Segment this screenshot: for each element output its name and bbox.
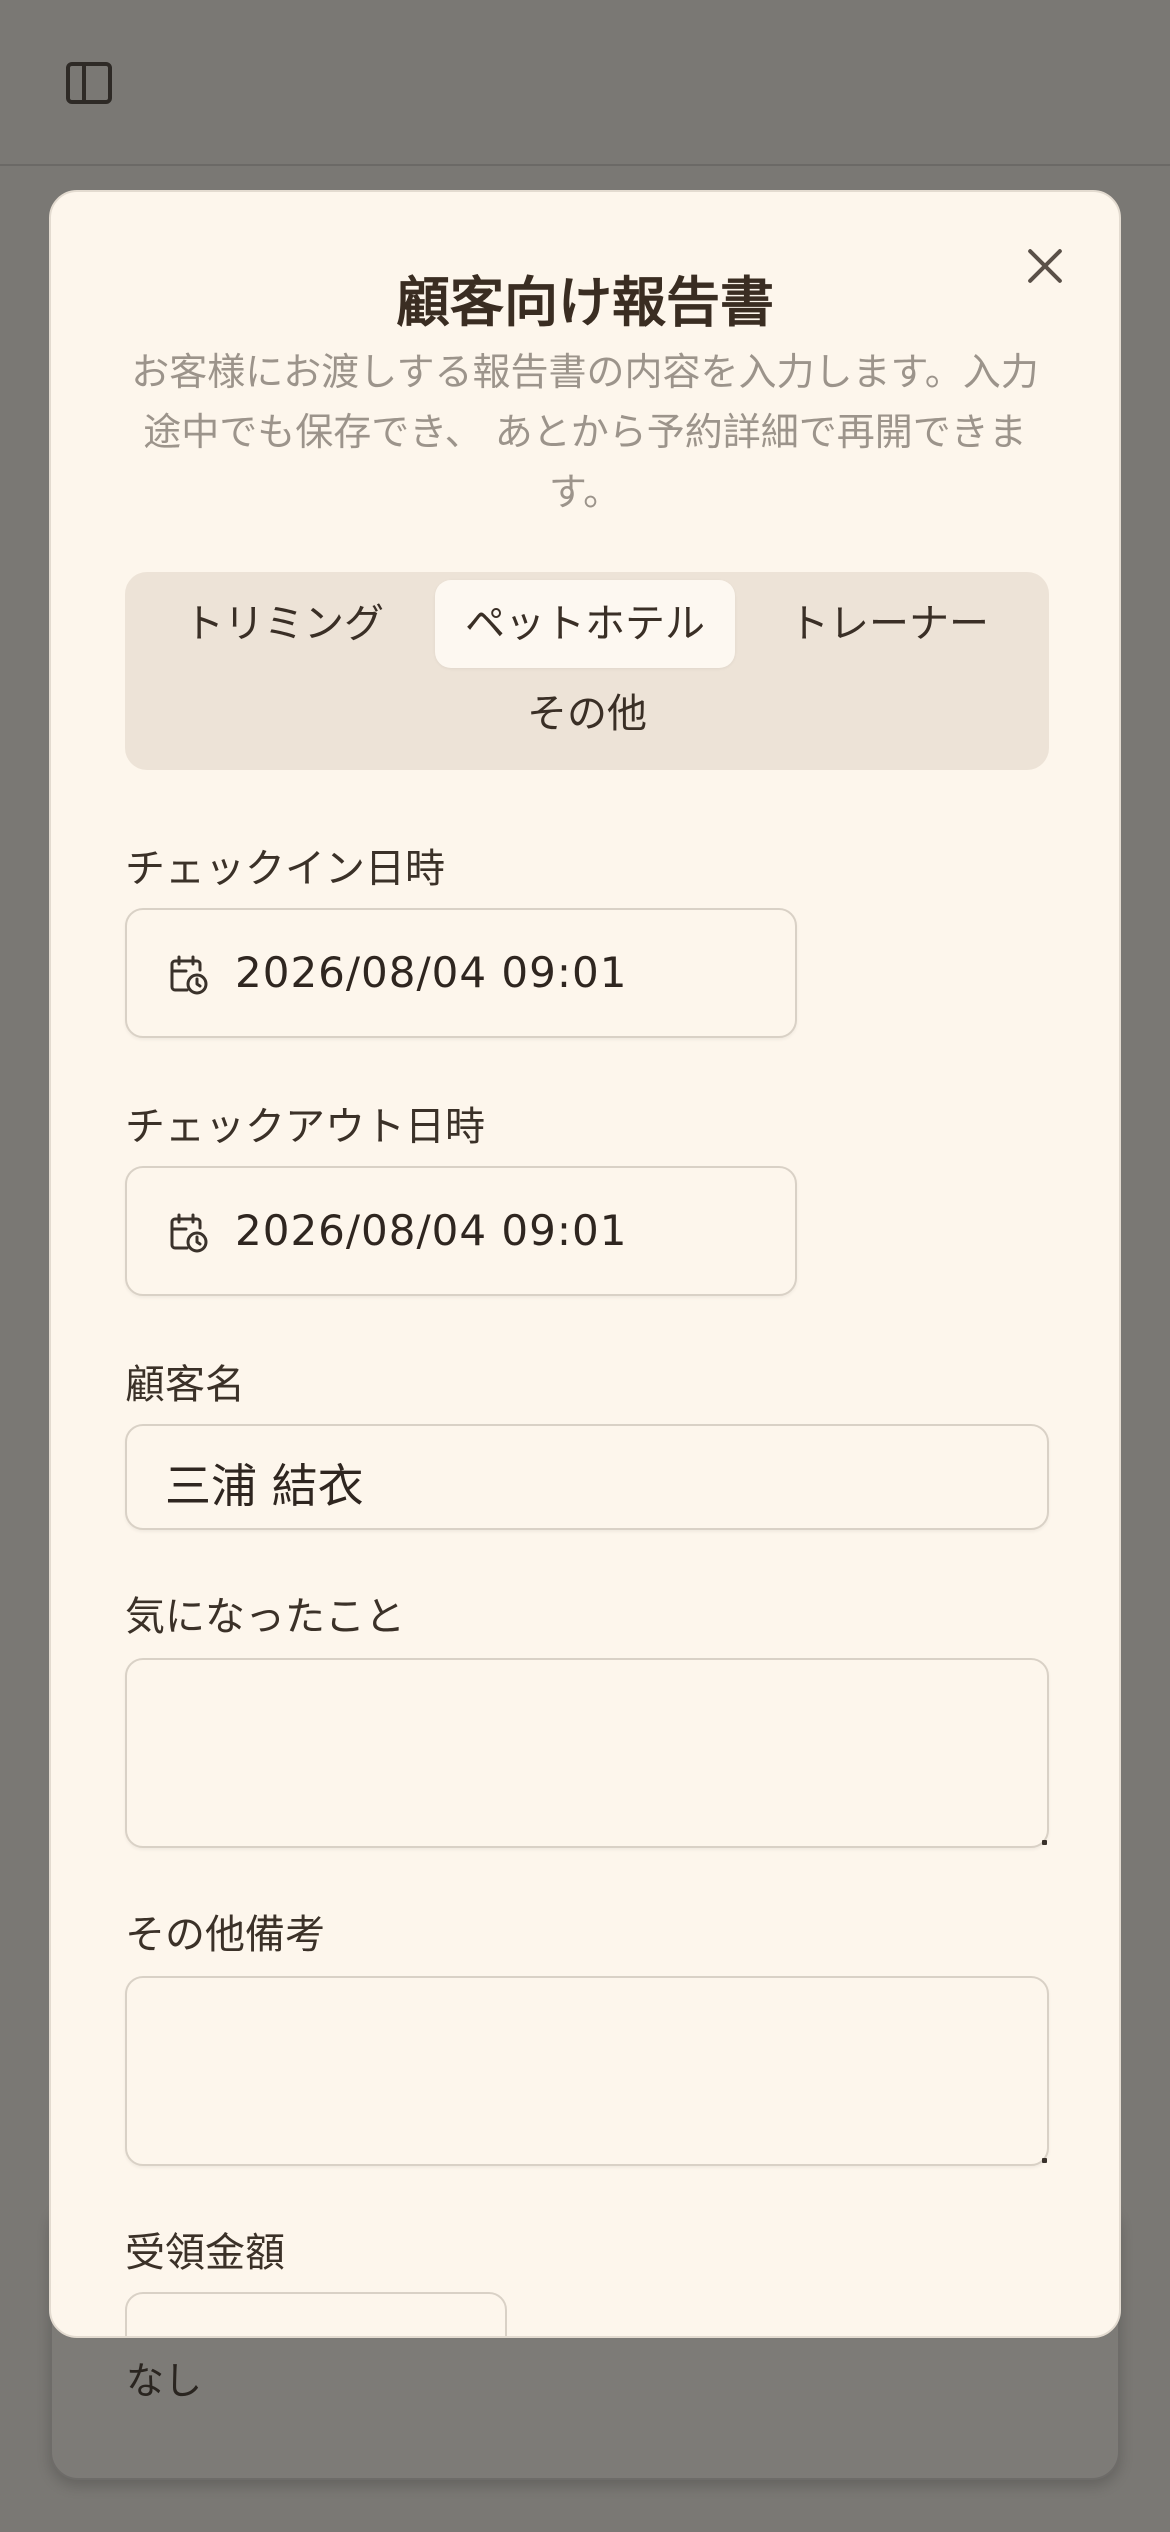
top-bar: [0, 0, 1170, 166]
tab-trainer[interactable]: トレーナー: [741, 580, 1037, 668]
customer-report-dialog: 顧客向け報告書 お客様にお渡しする報告書の内容を入力します。入力途中でも保存でき…: [49, 190, 1121, 2338]
dialog-title: 顧客向け報告書: [396, 271, 774, 334]
checkout-label: チェックアウト日時: [125, 1104, 485, 1150]
sidebar-panel-icon[interactable]: [66, 62, 112, 104]
checkout-datetime-value: 2026/08/04 09:01: [235, 1206, 628, 1255]
checkout-datetime-input[interactable]: 2026/08/04 09:01: [125, 1166, 797, 1296]
checkin-datetime-input[interactable]: 2026/08/04 09:01: [125, 908, 797, 1038]
checkin-label: チェックイン日時: [125, 846, 445, 892]
received-amount-label: 受領金額: [125, 2230, 285, 2276]
concerns-label: 気になったこと: [125, 1594, 405, 1640]
concerns-textarea[interactable]: [125, 1658, 1049, 1848]
other-notes-textarea[interactable]: [125, 1976, 1049, 2166]
service-type-tabs: トリミング ペットホテル トレーナー その他: [125, 572, 1049, 770]
checkin-datetime-value: 2026/08/04 09:01: [235, 948, 628, 997]
customer-name-label: 顧客名: [125, 1362, 245, 1408]
tab-pet-hotel[interactable]: ペットホテル: [435, 580, 735, 668]
other-notes-label: その他備考: [125, 1912, 325, 1958]
customer-name-input[interactable]: 三浦 結衣: [125, 1424, 1049, 1530]
tab-other[interactable]: その他: [437, 670, 737, 758]
calendar-clock-icon: [170, 1213, 208, 1253]
other-notes-resize-handle[interactable]: [1042, 2158, 1047, 2163]
dialog-description: お客様にお渡しする報告書の内容を入力します。入力途中でも保存でき、 あとから予約…: [131, 350, 1039, 514]
tab-trimming[interactable]: トリミング: [139, 580, 429, 668]
customer-name-value: 三浦 結衣: [165, 1459, 364, 1513]
calendar-clock-icon: [170, 955, 208, 995]
background-card-text: なし: [126, 2359, 203, 2403]
concerns-resize-handle[interactable]: [1042, 1840, 1047, 1845]
received-amount-input[interactable]: [125, 2292, 507, 2336]
